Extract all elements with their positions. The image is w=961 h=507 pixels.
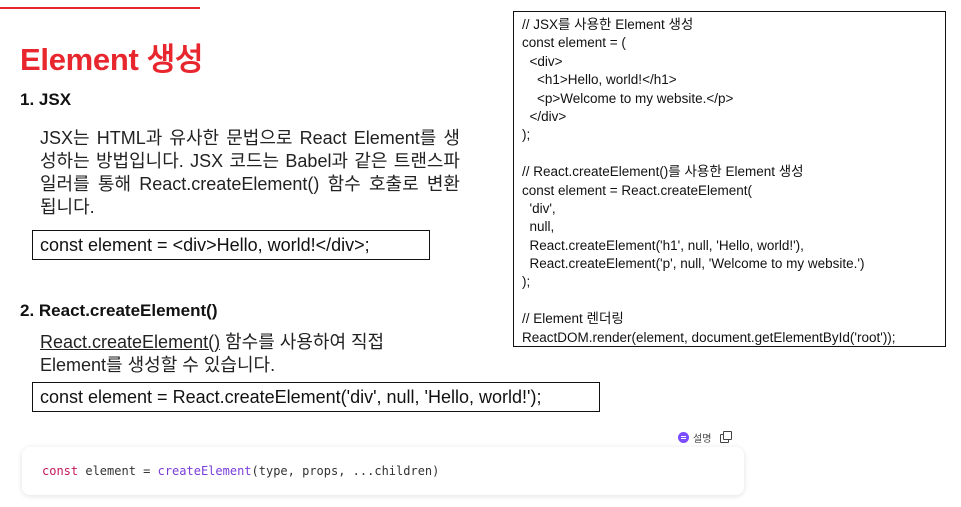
code-line: // React.createElement()를 사용한 Element 생성 [522,164,804,180]
section-jsx-paragraph: JSX는 HTML과 유사한 문법으로 React Element를 생성하는 … [40,128,460,217]
code-line: const element = React.createElement( [522,182,752,198]
code-snippet-card: const element = createElement (type, prop… [22,447,744,495]
code-line: ); [522,127,531,143]
code-line: </div> [522,108,567,124]
snippet-function: createElement [157,464,252,478]
code-line: React.createElement('h1', null, 'Hello, … [522,237,804,253]
top-accent-rule [0,0,200,9]
snippet-keyword: const [42,464,79,478]
explain-button[interactable]: 설명 [678,430,711,445]
snippet-toolbar: 설명 [678,429,733,445]
code-line: 'div', [522,200,556,216]
explain-label: 설명 [693,433,712,445]
code-line: <p>Welcome to my website.</p> [522,90,734,106]
snippet-identifier: element = [78,464,158,478]
code-comparison-panel: // JSX를 사용한 Element 생성 const element = (… [513,11,946,347]
jsx-code-example: const element = <div>Hello, world!</div>… [32,230,430,260]
code-line: null, [522,219,555,235]
create-element-link-text: React.createElement() [40,332,221,352]
code-line: // JSX를 사용한 Element 생성 [522,17,694,32]
code-line: ); [522,274,531,290]
create-element-code-example: const element = React.createElement('div… [32,382,600,412]
section-create-element-paragraph: React.createElement() 함수를 사용하여 직접 Elemen… [40,331,435,377]
section-create-element-heading: 2. React.createElement() [20,301,218,320]
code-line: const element = ( [522,35,626,51]
section-jsx-heading: 1. JSX [20,90,72,109]
jsx-code-text: const element = <div>Hello, world!</div>… [40,235,370,255]
copy-icon[interactable] [719,431,733,443]
snippet-args: (type, props, ...children) [251,464,440,478]
code-line: ReactDOM.render(element, document.getEle… [522,329,896,345]
code-line: React.createElement('p', null, 'Welcome … [522,256,865,272]
code-line: <div> [522,53,563,69]
code-line: // Element 렌더링 [522,311,624,327]
create-element-code-text: const element = React.createElement('div… [40,387,542,407]
code-line: <h1>Hello, world!</h1> [522,72,677,88]
ai-sparkle-icon [678,431,689,443]
page-title: Element 생성 [20,42,204,77]
